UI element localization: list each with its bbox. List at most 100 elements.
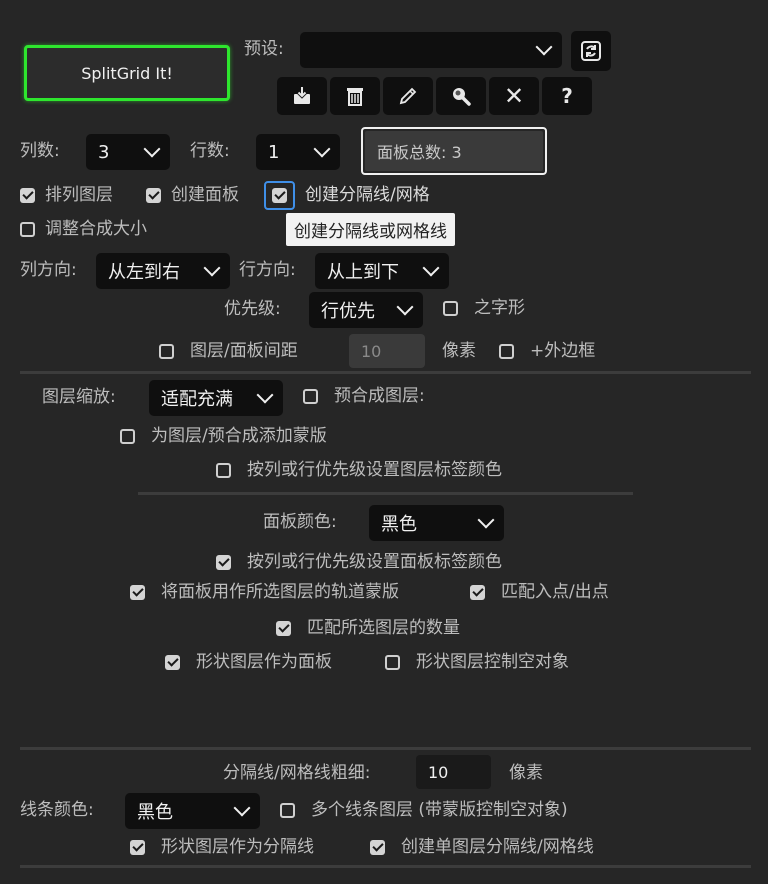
resize-comp-checkbox[interactable] (20, 221, 35, 237)
trash-icon (347, 88, 363, 106)
row-direction-label: 行方向: (239, 260, 296, 280)
panel-total-text: 面板总数: 3 (365, 131, 543, 171)
shape-as-divider-option[interactable]: 形状图层作为分隔线 (130, 835, 314, 859)
spacing-unit: 像素 (442, 341, 476, 361)
divider (138, 492, 633, 495)
columns-label: 列数: (20, 141, 60, 161)
delete-preset-button[interactable] (330, 77, 380, 115)
outer-border-checkbox[interactable] (499, 343, 514, 359)
track-matte-checkbox[interactable] (130, 584, 145, 600)
zigzag-option[interactable]: 之字形 (443, 296, 525, 320)
find-preset-button[interactable] (436, 77, 486, 115)
line-width-unit: 像素 (509, 763, 543, 783)
match-in-out-option[interactable]: 匹配入点/出点 (470, 580, 609, 604)
chevron-down-icon (203, 259, 221, 277)
create-dividers-checkbox[interactable] (272, 188, 287, 203)
spacing-option[interactable]: 图层/面板间距 (159, 339, 298, 363)
label-color-layers-option[interactable]: 按列或行优先级设置图层标签颜色 (216, 458, 502, 482)
track-matte-option[interactable]: 将面板用作所选图层的轨道蒙版 (130, 580, 399, 604)
shape-as-divider-checkbox[interactable] (130, 839, 145, 855)
create-panels-checkbox[interactable] (146, 187, 161, 203)
chevron-down-icon (233, 799, 251, 817)
rows-value: 1 (268, 141, 280, 163)
line-width-input[interactable]: 10 (416, 755, 491, 789)
columns-value: 3 (98, 141, 110, 163)
tooltip: 创建分隔线或网格线 (286, 213, 455, 246)
add-mask-option[interactable]: 为图层/预合成添加蒙版 (120, 424, 327, 448)
create-panels-label: 创建面板 (171, 185, 239, 205)
single-layer-grid-checkbox[interactable] (370, 839, 385, 855)
line-color-dropdown[interactable]: 黑色 (125, 793, 260, 829)
col-direction-value: 从左到右 (108, 262, 180, 283)
label-color-panels-label: 按列或行优先级设置面板标签颜色 (247, 552, 502, 572)
label-color-panels-option[interactable]: 按列或行优先级设置面板标签颜色 (216, 550, 502, 574)
columns-dropdown[interactable]: 3 (86, 134, 170, 170)
chevron-down-icon (143, 140, 161, 158)
chevron-down-icon (477, 511, 495, 529)
multi-line-layers-label: 多个线条图层 (带蒙版控制空对象) (311, 800, 568, 820)
shape-as-divider-label: 形状图层作为分隔线 (161, 837, 314, 857)
match-in-out-label: 匹配入点/出点 (501, 582, 609, 602)
col-direction-label: 列方向: (20, 260, 77, 280)
col-direction-dropdown[interactable]: 从左到右 (96, 253, 230, 289)
multi-line-layers-checkbox[interactable] (280, 802, 295, 818)
save-preset-button[interactable] (277, 77, 327, 115)
shape-as-panel-checkbox[interactable] (165, 654, 180, 670)
track-matte-label: 将面板用作所选图层的轨道蒙版 (161, 582, 399, 602)
match-count-option[interactable]: 匹配所选图层的数量 (276, 616, 460, 640)
spacing-input[interactable]: 10 (349, 334, 425, 368)
add-mask-checkbox[interactable] (120, 428, 135, 444)
outer-border-option[interactable]: +外边框 (499, 339, 595, 363)
layer-scale-dropdown[interactable]: 适配充满 (149, 380, 283, 416)
line-width-label: 分隔线/网格线粗细: (223, 763, 371, 783)
panel-color-value: 黑色 (381, 514, 417, 535)
refresh-preset-button[interactable] (571, 31, 611, 71)
shape-null-checkbox[interactable] (385, 654, 400, 670)
chevron-down-icon (535, 38, 553, 56)
divider (20, 865, 751, 868)
layer-scale-label: 图层缩放: (42, 387, 116, 407)
match-count-checkbox[interactable] (276, 620, 291, 636)
line-color-label: 线条颜色: (20, 800, 94, 820)
chevron-down-icon (256, 386, 274, 404)
precomp-checkbox[interactable] (303, 388, 318, 404)
precomp-option[interactable]: 预合成图层: (303, 384, 425, 408)
row-direction-dropdown[interactable]: 从上到下 (315, 253, 449, 289)
help-button[interactable]: ? (542, 77, 592, 115)
save-icon (294, 87, 310, 104)
match-in-out-checkbox[interactable] (470, 584, 485, 600)
single-layer-grid-option[interactable]: 创建单图层分隔线/网格线 (370, 835, 594, 859)
single-layer-grid-label: 创建单图层分隔线/网格线 (401, 837, 594, 857)
priority-dropdown[interactable]: 行优先 (309, 292, 423, 328)
label-color-panels-checkbox[interactable] (216, 554, 231, 570)
shape-as-panel-option[interactable]: 形状图层作为面板 (165, 650, 332, 674)
create-panels-option[interactable]: 创建面板 (146, 183, 239, 207)
multi-line-layers-option[interactable]: 多个线条图层 (带蒙版控制空对象) (280, 798, 568, 822)
arrange-layers-checkbox[interactable] (20, 187, 35, 203)
spacing-label: 图层/面板间距 (190, 341, 298, 361)
chevron-down-icon (422, 259, 440, 277)
add-mask-label: 为图层/预合成添加蒙版 (151, 426, 327, 446)
edit-preset-button[interactable] (383, 77, 433, 115)
shape-null-option[interactable]: 形状图层控制空对象 (385, 650, 569, 674)
layer-scale-value: 适配充满 (161, 389, 233, 410)
zigzag-checkbox[interactable] (443, 300, 458, 316)
label-color-layers-checkbox[interactable] (216, 462, 231, 478)
rows-label: 行数: (190, 141, 230, 161)
panel-color-dropdown[interactable]: 黑色 (369, 505, 504, 541)
precomp-label: 预合成图层: (334, 386, 425, 406)
row-direction-value: 从上到下 (327, 262, 399, 283)
create-dividers-label: 创建分隔线/网格 (305, 185, 430, 205)
create-dividers-focus[interactable] (264, 181, 295, 210)
line-color-value: 黑色 (137, 802, 173, 823)
resize-comp-option[interactable]: 调整合成大小 (20, 217, 147, 241)
clear-button[interactable]: ✕ (489, 77, 539, 115)
arrange-layers-option[interactable]: 排列图层 (20, 183, 113, 207)
divider (20, 747, 751, 750)
panel-color-label: 面板颜色: (263, 512, 337, 532)
spacing-checkbox[interactable] (159, 343, 174, 359)
preset-dropdown[interactable] (300, 32, 562, 68)
splitgrid-button[interactable]: SplitGrid It! (24, 45, 230, 101)
shape-null-label: 形状图层控制空对象 (416, 652, 569, 672)
rows-dropdown[interactable]: 1 (256, 134, 340, 170)
